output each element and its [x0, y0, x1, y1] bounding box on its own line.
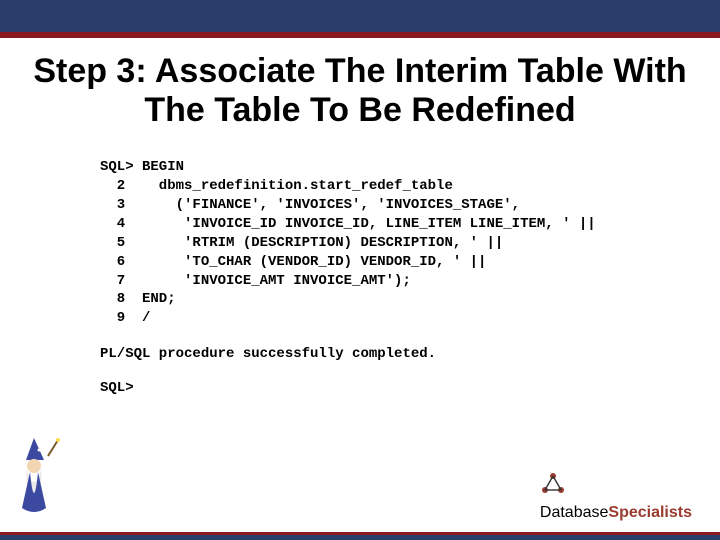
logo-text-1: Database	[540, 504, 609, 521]
sql-code-block: SQL> BEGIN 2 dbms_redefinition.start_red…	[100, 158, 720, 328]
sql-prompt: SQL>	[100, 380, 720, 396]
header-bar	[0, 0, 720, 38]
wizard-illustration	[6, 436, 66, 516]
logo-icon	[540, 471, 566, 497]
slide-title: Step 3: Associate The Interim Table With…	[0, 38, 720, 140]
sql-result: PL/SQL procedure successfully completed.	[100, 346, 720, 362]
logo-text-2: Specialists	[608, 504, 692, 521]
company-logo: DatabaseSpecialists	[540, 471, 692, 522]
footer-bar	[0, 532, 720, 540]
